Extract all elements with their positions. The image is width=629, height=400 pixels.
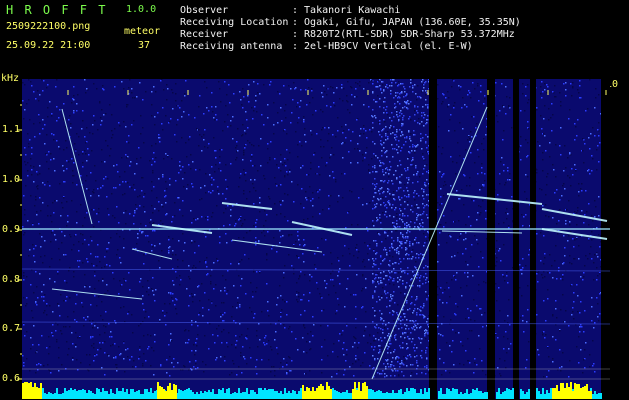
axis-ticks [17, 90, 607, 380]
hrofft-window: { "header": { "app_name": "H R O F F T",… [0, 0, 629, 400]
